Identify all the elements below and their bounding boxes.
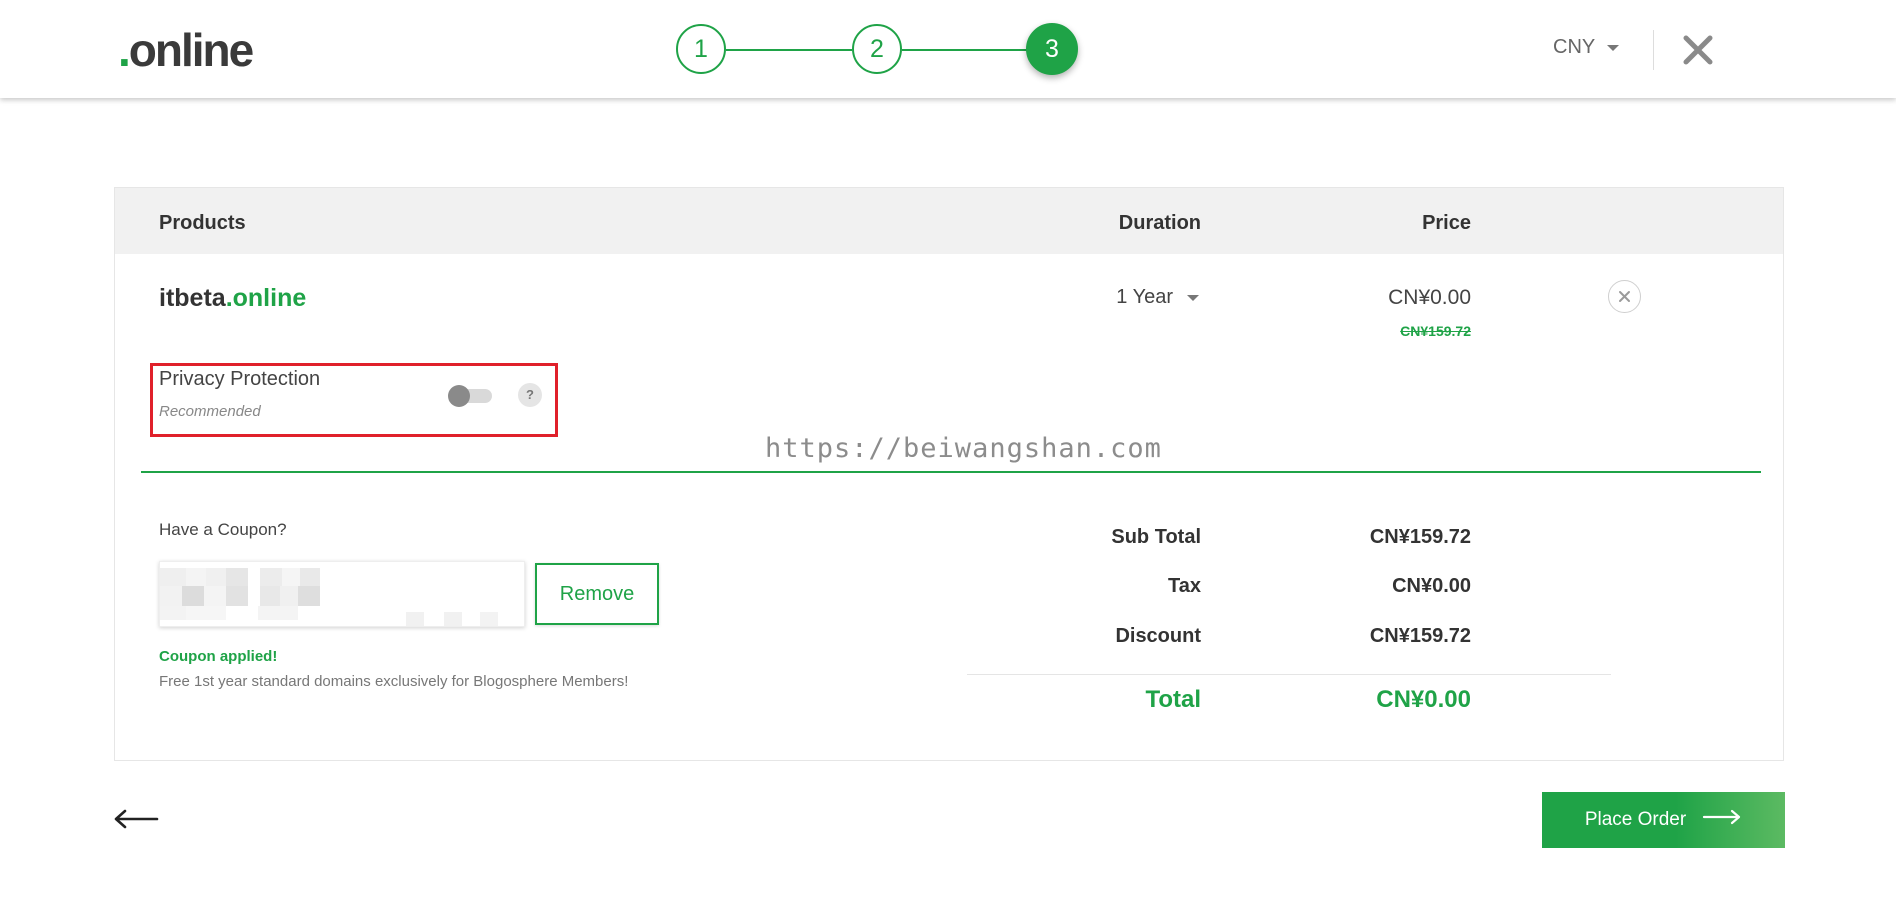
close-icon bbox=[1619, 291, 1630, 302]
coupon-redacted-block bbox=[280, 586, 298, 606]
cart-card: Products Duration Price itbeta.online 1 … bbox=[114, 187, 1784, 761]
duration-select[interactable]: 1 Year bbox=[1113, 286, 1199, 309]
total-label: Total bbox=[1145, 686, 1201, 713]
discount-label: Discount bbox=[1115, 625, 1201, 647]
coupon-redacted-block bbox=[160, 568, 186, 586]
item-original-price: CN¥159.72 bbox=[1400, 323, 1471, 339]
stepper-line-1 bbox=[726, 49, 852, 51]
col-products: Products bbox=[159, 212, 246, 234]
close-icon[interactable] bbox=[1680, 32, 1716, 68]
coupon-redacted-block bbox=[444, 612, 462, 626]
toggle-knob bbox=[448, 385, 470, 407]
stepper-line-2 bbox=[902, 49, 1028, 51]
coupon-input[interactable] bbox=[159, 561, 525, 627]
coupon-redacted-block bbox=[226, 568, 248, 586]
tax-label: Tax bbox=[1168, 575, 1201, 597]
remove-coupon-button[interactable]: Remove bbox=[535, 563, 659, 625]
coupon-redacted-block bbox=[226, 586, 248, 606]
currency-value: CNY bbox=[1553, 36, 1596, 58]
subtotal-label: Sub Total bbox=[1111, 526, 1201, 548]
section-divider bbox=[141, 471, 1761, 473]
privacy-title: Privacy Protection bbox=[159, 368, 321, 390]
privacy-toggle[interactable] bbox=[448, 385, 492, 407]
coupon-redacted-block bbox=[204, 586, 226, 606]
coupon-note: Free 1st year standard domains exclusive… bbox=[159, 673, 629, 690]
coupon-status: Coupon applied! bbox=[159, 648, 278, 665]
col-price: Price bbox=[1422, 212, 1471, 234]
place-order-label: Place Order bbox=[1584, 809, 1687, 831]
tax-value: CN¥0.00 bbox=[1392, 575, 1471, 597]
help-icon[interactable]: ? bbox=[518, 383, 542, 407]
top-header: .online 1 2 3 CNY bbox=[0, 0, 1896, 98]
coupon-redacted-block bbox=[260, 586, 280, 606]
header-divider bbox=[1653, 30, 1654, 70]
coupon-redacted-block bbox=[206, 568, 226, 586]
step-3-active[interactable]: 3 bbox=[1026, 23, 1078, 75]
coupon-redacted-block bbox=[186, 568, 206, 586]
coupon-redacted-block bbox=[282, 568, 300, 586]
back-arrow-icon[interactable] bbox=[113, 808, 159, 830]
arrow-right-icon bbox=[1702, 792, 1742, 848]
logo-dot: . bbox=[118, 24, 131, 76]
summary-divider bbox=[967, 674, 1611, 675]
domain-tld: .online bbox=[225, 284, 307, 312]
table-header: Products Duration Price bbox=[115, 188, 1783, 254]
coupon-redacted-block bbox=[160, 606, 186, 620]
place-order-button[interactable]: Place Order bbox=[1542, 792, 1785, 848]
discount-value: CN¥159.72 bbox=[1369, 625, 1471, 647]
coupon-redacted-block bbox=[260, 568, 282, 586]
coupon-label: Have a Coupon? bbox=[159, 520, 287, 539]
remove-item-button[interactable] bbox=[1608, 280, 1641, 313]
coupon-redacted-block bbox=[406, 612, 424, 626]
total-value: CN¥0.00 bbox=[1376, 686, 1471, 713]
subtotal-value: CN¥159.72 bbox=[1369, 526, 1471, 548]
coupon-redacted-block bbox=[480, 612, 498, 626]
domain-sld: itbeta bbox=[159, 284, 226, 312]
coupon-redacted-block bbox=[160, 586, 182, 606]
brand-logo[interactable]: .online bbox=[118, 22, 254, 78]
coupon-redacted-block bbox=[298, 586, 320, 606]
domain-name: itbeta.online bbox=[159, 284, 306, 313]
chevron-down-icon bbox=[1607, 44, 1620, 51]
duration-value: 1 Year bbox=[1116, 286, 1173, 308]
item-price: CN¥0.00 bbox=[1388, 286, 1471, 309]
checkout-stepper: 1 2 3 bbox=[676, 23, 1078, 76]
currency-selector[interactable]: CNY bbox=[1553, 36, 1620, 59]
watermark-text: https://beiwangshan.com bbox=[765, 433, 1162, 464]
coupon-redacted-block bbox=[186, 606, 226, 620]
chevron-down-icon bbox=[1187, 294, 1199, 301]
logo-text: online bbox=[128, 24, 254, 76]
privacy-subtitle: Recommended bbox=[159, 403, 261, 420]
coupon-redacted-block bbox=[182, 586, 204, 606]
coupon-redacted-block bbox=[258, 606, 298, 620]
coupon-redacted-block bbox=[300, 568, 320, 586]
col-duration: Duration bbox=[1118, 212, 1201, 234]
step-2[interactable]: 2 bbox=[852, 24, 902, 74]
step-1[interactable]: 1 bbox=[676, 24, 726, 74]
